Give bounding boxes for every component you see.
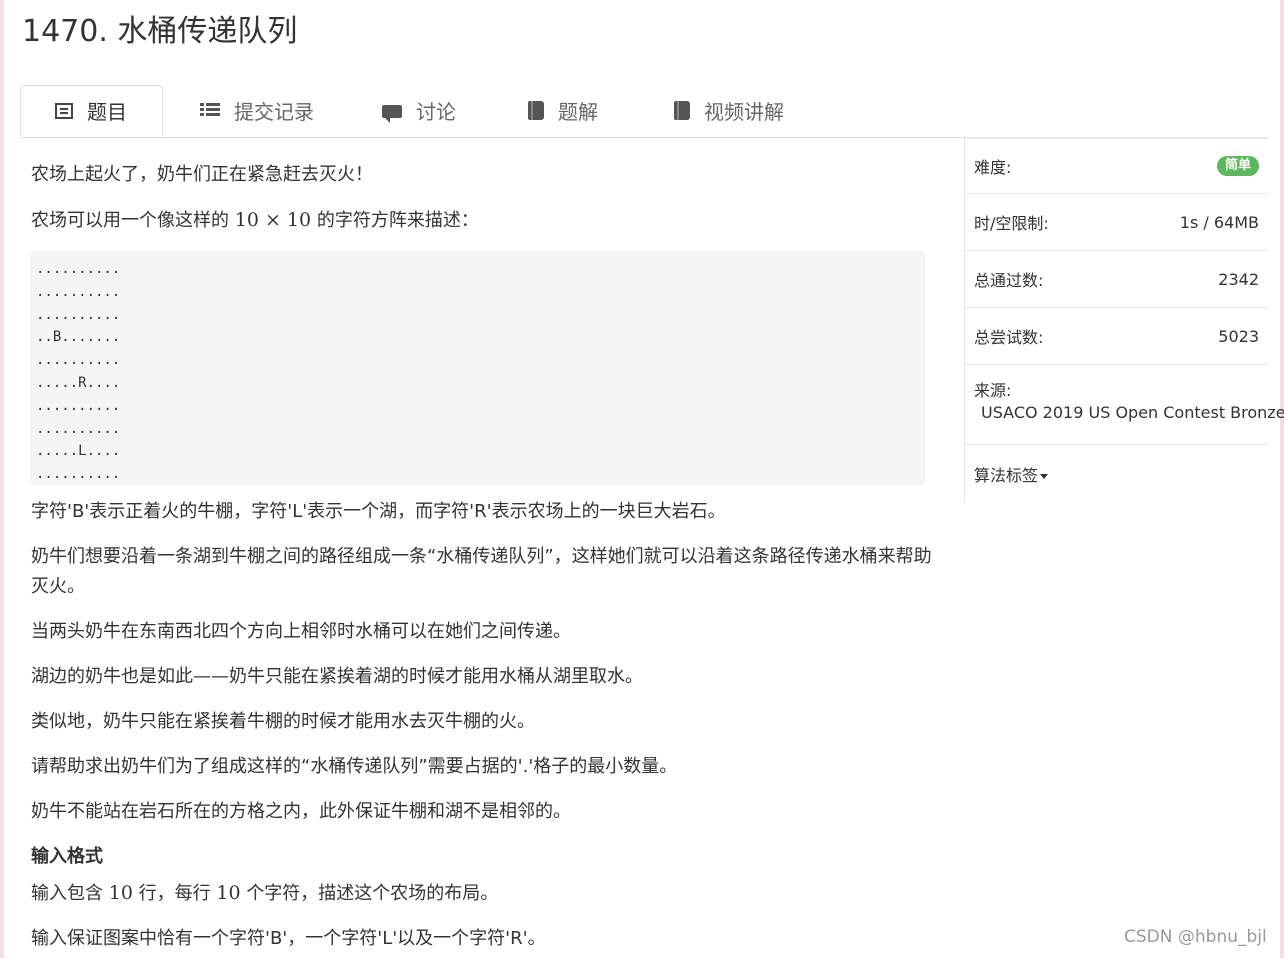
problem-info-sidebar: 难度: 简单 时/空限制: 1s / 64MB 总通过数: 2342 总尝试数:…	[964, 137, 1284, 502]
math-expression: 10 × 10	[234, 209, 312, 231]
passed-label: 总通过数:	[974, 271, 1044, 290]
tried-row: 总尝试数: 5023	[965, 308, 1268, 365]
difficulty-label: 难度:	[974, 158, 1012, 177]
source-row: 来源: USACO 2019 US Open Contest Bronze	[965, 365, 1284, 445]
math-expression: 10	[108, 882, 133, 904]
problem-statement: 农场上起火了，奶牛们正在紧急赶去灭火！ 农场可以用一个像这样的 10 × 10 …	[31, 160, 936, 954]
problem-tabs: 题目 提交记录 讨论 题解 视频讲解	[20, 85, 1267, 138]
text: 行，每行	[138, 883, 211, 904]
tab-video-label: 视频讲解	[704, 99, 784, 124]
difficulty-badge: 简单	[1216, 156, 1259, 176]
passed-row: 总通过数: 2342	[965, 251, 1268, 308]
source-label: 来源:	[974, 381, 1012, 400]
tab-solutions-label: 题解	[558, 99, 598, 124]
tab-problem[interactable]: 题目	[20, 85, 163, 137]
limit-value: 1s / 64MB	[1179, 212, 1259, 232]
algorithm-tags-toggle[interactable]: 算法标签	[965, 445, 1268, 502]
book-icon	[528, 100, 544, 120]
text: 个字符，描述这个农场的布局。	[246, 883, 499, 904]
tab-submissions[interactable]: 提交记录	[200, 85, 314, 135]
statement-paragraph: 当两头奶牛在东南西北四个方向上相邻时水桶可以在她们之间传递。	[31, 621, 571, 642]
statement-paragraph: 输入保证图案中恰有一个字符'B'，一个字符'L'以及一个字符'R'。	[31, 928, 546, 949]
statement-paragraph: 类似地，奶牛只能在紧挨着牛棚的时候才能用水去灭牛棚的火。	[31, 711, 535, 732]
difficulty-row: 难度: 简单	[965, 137, 1268, 194]
caret-down-icon	[1040, 473, 1049, 479]
watermark: CSDN @hbnu_bjl	[1124, 927, 1267, 947]
limit-label: 时/空限制:	[974, 214, 1049, 233]
text: 输入包含	[31, 883, 103, 904]
tried-label: 总尝试数:	[974, 328, 1044, 347]
book-icon	[674, 100, 690, 120]
problem-title: 1470. 水桶传递队列	[22, 14, 298, 49]
sample-grid: .......... .......... .......... ..B....…	[31, 251, 925, 485]
tab-discussion-label: 讨论	[416, 99, 456, 124]
chat-icon	[382, 104, 402, 123]
statement-paragraph: 字符'B'表示正着火的牛棚，字符'L'表示一个湖，而字符'R'表示农场上的一块巨…	[31, 501, 726, 522]
rows-icon	[200, 102, 220, 118]
tags-label-wrap: 算法标签	[974, 462, 1049, 486]
tab-discussion[interactable]: 讨论	[382, 85, 456, 135]
text: 农场可以用一个像这样的	[31, 210, 229, 231]
right-edge-strip	[1280, 0, 1284, 958]
statement-paragraph: 农场可以用一个像这样的 10 × 10 的字符方阵来描述：	[31, 205, 936, 236]
left-edge-strip	[0, 0, 4, 958]
statement-paragraph: 请帮助求出奶牛们为了组成这样的“水桶传递队列”需要占据的'.'格子的最小数量。	[31, 756, 678, 777]
math-expression: 10	[216, 882, 241, 904]
tab-submissions-label: 提交记录	[234, 99, 314, 124]
limit-row: 时/空限制: 1s / 64MB	[965, 194, 1268, 251]
input-format-text: 输入包含 10 行，每行 10 个字符，描述这个农场的布局。	[31, 878, 936, 909]
passed-value: 2342	[1218, 269, 1259, 289]
statement-paragraph: 农场上起火了，奶牛们正在紧急赶去灭火！	[31, 164, 373, 185]
tags-label: 算法标签	[974, 465, 1039, 485]
text: 的字符方阵来描述：	[316, 210, 479, 231]
tab-problem-label: 题目	[87, 100, 127, 124]
list-icon	[55, 102, 73, 119]
source-value: USACO 2019 US Open Contest Bronze	[981, 403, 1284, 422]
tab-solutions[interactable]: 题解	[528, 85, 598, 135]
tab-video[interactable]: 视频讲解	[674, 85, 784, 135]
input-format-heading: 输入格式	[31, 846, 103, 867]
statement-paragraph: 奶牛不能站在岩石所在的方格之内，此外保证牛棚和湖不是相邻的。	[31, 801, 571, 822]
tried-value: 5023	[1218, 326, 1259, 346]
statement-paragraph: 湖边的奶牛也是如此——奶牛只能在紧挨着湖的时候才能用水桶从湖里取水。	[31, 666, 643, 687]
statement-paragraph: 奶牛们想要沿着一条湖到牛棚之间的路径组成一条“水桶传递队列”，这样她们就可以沿着…	[31, 546, 932, 597]
